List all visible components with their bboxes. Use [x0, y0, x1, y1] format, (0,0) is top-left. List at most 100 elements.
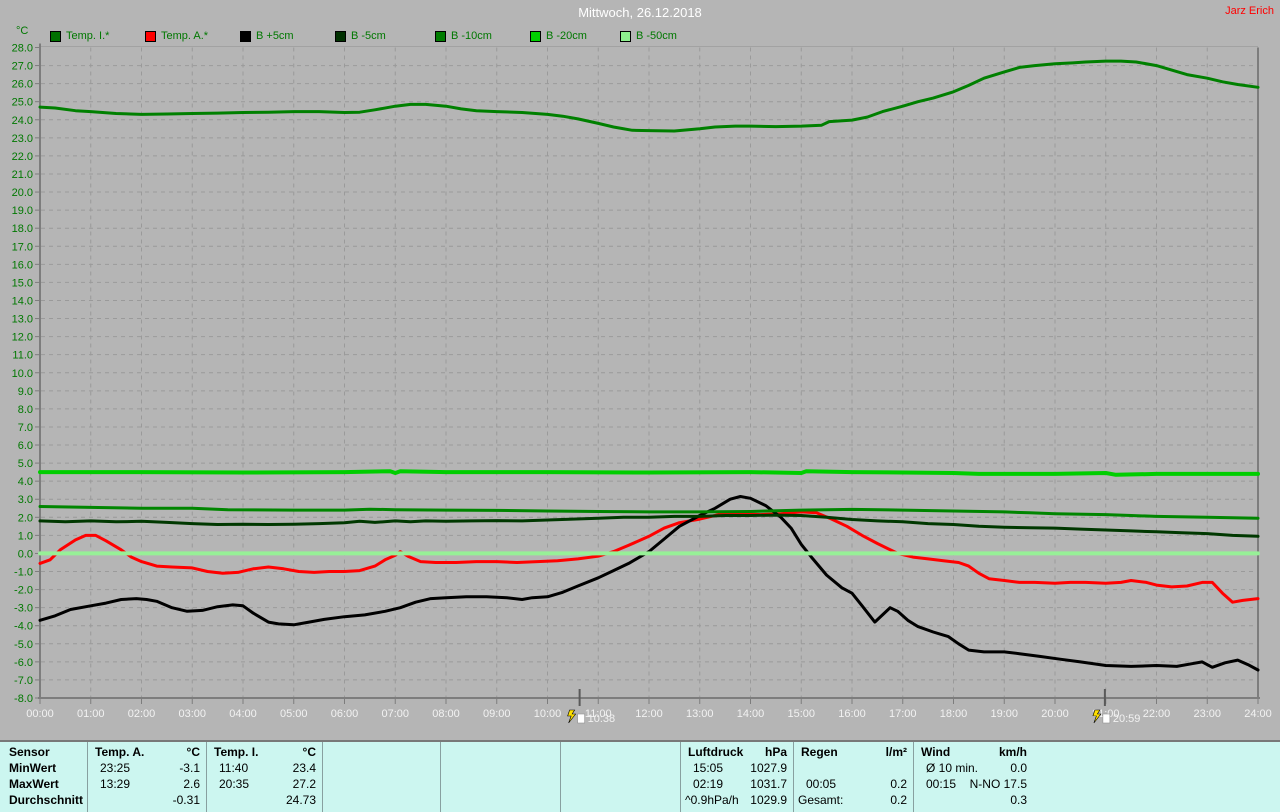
col-unit: l/m²: [885, 745, 907, 759]
y-tick-label: 10.0: [12, 368, 33, 380]
x-tick-label: 08:00: [432, 708, 460, 720]
x-tick-label: 02:00: [128, 708, 156, 720]
y-tick-label: 22.0: [12, 151, 33, 163]
y-tick-label: 19.0: [12, 205, 33, 217]
x-tick-label: 05:00: [280, 708, 308, 720]
col-header: Wind: [921, 745, 951, 759]
summary-table: Sensor MinWert MaxWert Durchschnitt Temp…: [0, 740, 1280, 812]
max-time: 02:19: [693, 777, 724, 791]
max-time: 00:15: [926, 777, 957, 791]
x-tick-label: 07:00: [381, 708, 409, 720]
row-label-durchschnitt: Durchschnitt: [9, 793, 84, 807]
col-header: Luftdruck: [688, 745, 744, 759]
y-tick-label: 15.0: [12, 277, 33, 289]
summary-col-regen: Regen l/m² 00:05 0.2 Gesamt: 0.2: [793, 742, 913, 812]
y-tick-label: 18.0: [12, 223, 33, 235]
event-marker-time: 20:59: [1113, 713, 1141, 725]
lightning-icon: [567, 709, 577, 724]
event-marker-time: 10:38: [588, 713, 616, 725]
min-value: 23.4: [292, 761, 316, 775]
temperature-chart: -8.0 -7.0 -6.0 -5.0 -4.0 -3.0 -2.0 -1.0 0.0 1.0 2.…: [12, 43, 1272, 726]
y-tick-label: 8.0: [18, 404, 33, 416]
min-time: 23:25: [100, 761, 131, 775]
row-time: 00:05: [806, 777, 837, 791]
x-tick-label: 20:00: [1041, 708, 1069, 720]
y-tick-label: 27.0: [12, 61, 33, 73]
x-tick-label: 22:00: [1143, 708, 1171, 720]
x-tick-label: 03:00: [178, 708, 206, 720]
summary-col-temp-a: Temp. A. °C 23:25 -3.1 13:29 2.6 -0.31: [87, 742, 206, 812]
x-tick-label: 15:00: [787, 708, 815, 720]
y-tick-label: 5.0: [18, 458, 33, 470]
y-tick-label: -8.0: [14, 693, 33, 705]
y-tick-label: -1.0: [14, 567, 33, 579]
row-value: 0.3: [1010, 793, 1027, 807]
min-value: 1027.9: [750, 761, 787, 775]
avg-value: -0.31: [172, 793, 200, 807]
y-tick-label: 2.0: [18, 512, 33, 524]
col-header: Regen: [801, 745, 838, 759]
y-tick-label: 20.0: [12, 187, 33, 199]
y-tick-label: 1.0: [18, 530, 33, 542]
event-marker-page-icon: [577, 713, 585, 724]
weather-logger-window: { "header": { "title": "Mittwoch, 26.12.…: [0, 0, 1280, 812]
y-tick-label: 6.0: [18, 440, 33, 452]
summary-col-luftdruck: Luftdruck hPa 15:05 1027.9 02:19 1031.7 …: [680, 742, 793, 812]
x-tick-label: 10:00: [534, 708, 562, 720]
x-tick-label: 19:00: [990, 708, 1018, 720]
row-label-maxwert: MaxWert: [9, 777, 59, 791]
col-unit: °C: [186, 745, 200, 759]
y-tick-label: 21.0: [12, 169, 33, 181]
min-time: 11:40: [219, 761, 249, 775]
max-time: 13:29: [100, 777, 131, 791]
y-tick-label: -3.0: [14, 603, 33, 615]
x-tick-label: 18:00: [940, 708, 968, 720]
x-tick-label: 14:00: [737, 708, 765, 720]
y-tick-label: -6.0: [14, 657, 33, 669]
avg-value: 0.0: [1010, 761, 1027, 775]
x-tick-label: 13:00: [686, 708, 714, 720]
row-label-sensor: Sensor: [9, 745, 50, 759]
y-tick-label: 13.0: [12, 314, 33, 326]
summary-col-wind: Wind km/h Ø 10 min. 0.0 00:15 N-NO 17.5 …: [913, 742, 1033, 812]
x-tick-label: 01:00: [77, 708, 105, 720]
y-tick-label: 12.0: [12, 332, 33, 344]
x-tick-label: 23:00: [1193, 708, 1221, 720]
max-value: 2.6: [183, 777, 200, 791]
x-tick-label: 24:00: [1244, 708, 1272, 720]
y-tick-label: 23.0: [12, 133, 33, 145]
x-tick-label: 09:00: [483, 708, 511, 720]
x-tick-label: 12:00: [635, 708, 663, 720]
y-tick-label: 3.0: [18, 494, 33, 506]
series-b-5cm: [38, 513, 1260, 538]
y-tick-label: 17.0: [12, 241, 33, 253]
y-tick-label: -7.0: [14, 675, 33, 687]
y-tick-label: 4.0: [18, 476, 33, 488]
y-tick-label: 16.0: [12, 259, 33, 271]
x-tick-label: 16:00: [838, 708, 866, 720]
series-b-20cm: [38, 469, 1260, 477]
col-header: Temp. A.: [95, 745, 145, 759]
y-tick-label: 26.0: [12, 79, 33, 91]
col-unit: °C: [302, 745, 316, 759]
max-value: 27.2: [292, 777, 316, 791]
y-tick-label: 7.0: [18, 422, 33, 434]
y-tick-label: -2.0: [14, 585, 33, 597]
avg-label: Ø 10 min.: [926, 761, 979, 775]
max-value: 1031.7: [750, 777, 787, 791]
min-time: 15:05: [693, 761, 724, 775]
x-tick-label: 06:00: [331, 708, 359, 720]
total-label: Gesamt:: [798, 793, 844, 807]
y-tick-label: 25.0: [12, 97, 33, 109]
row-label-minwert: MinWert: [9, 761, 57, 775]
x-tick-label: 00:00: [26, 708, 54, 720]
row-value: 0.2: [890, 777, 907, 791]
avg-value: 24.73: [285, 793, 316, 807]
summary-col-temp-i: Temp. I. °C 11:40 23.4 20:35 27.2 24.73: [206, 742, 322, 812]
col-unit: km/h: [998, 745, 1027, 759]
max-value: N-NO 17.5: [969, 777, 1027, 791]
event-marker-page-icon: [1102, 713, 1111, 724]
y-tick-label: 28.0: [12, 43, 33, 55]
y-tick-label: 14.0: [12, 295, 33, 307]
y-tick-label: 24.0: [12, 115, 33, 127]
